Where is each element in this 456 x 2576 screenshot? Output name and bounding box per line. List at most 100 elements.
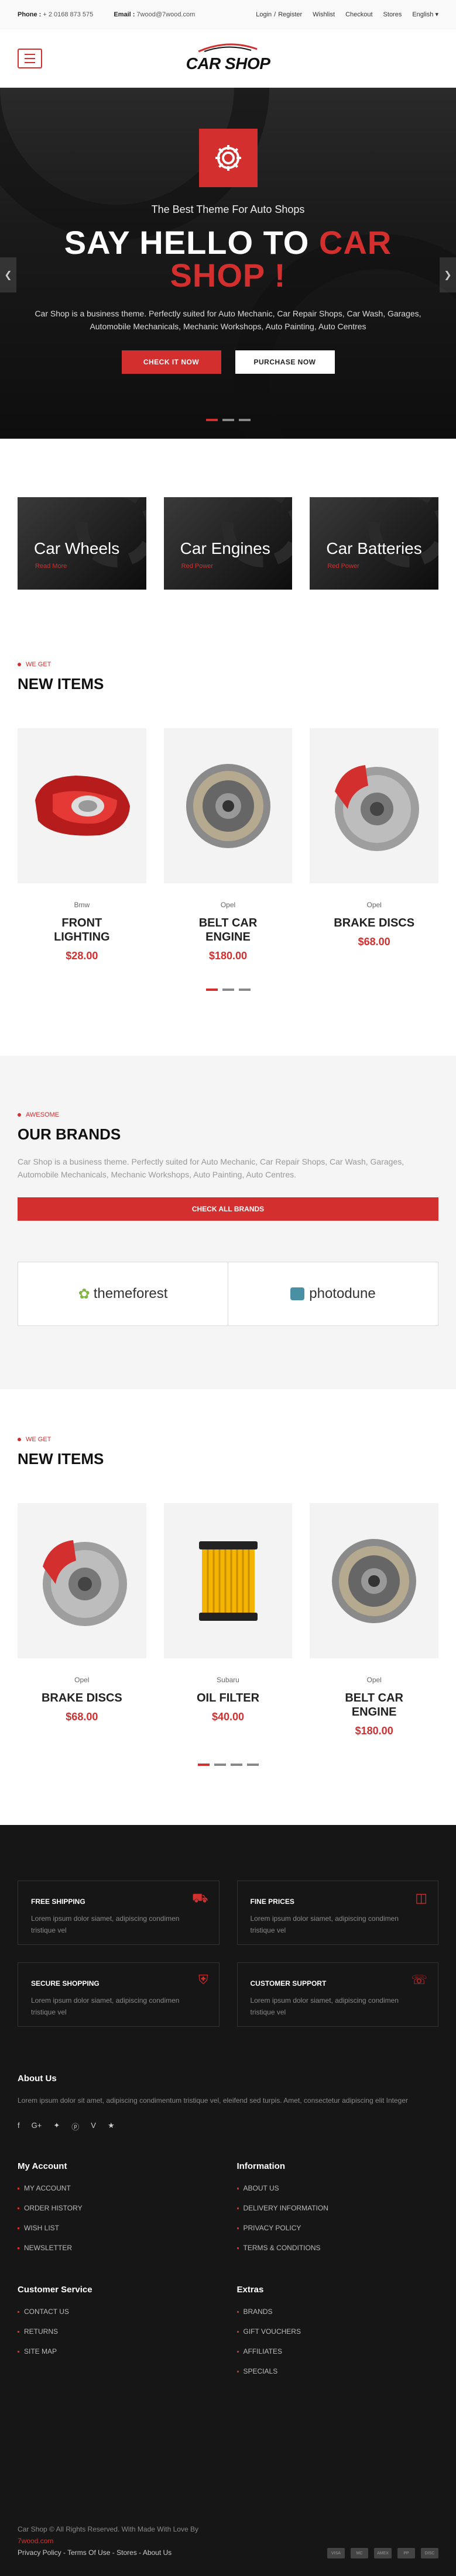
footer-link[interactable]: RETURNS [18, 2327, 220, 2336]
category-link[interactable]: Read More [35, 563, 67, 570]
product-name[interactable]: OIL FILTER [164, 1691, 293, 1705]
slide-dot[interactable] [246, 1764, 259, 1766]
vimeo-icon[interactable]: V [91, 2121, 96, 2132]
product-image[interactable] [163, 728, 293, 883]
menu-toggle-button[interactable] [18, 48, 42, 68]
section-kicker: AWESOME [18, 1111, 438, 1118]
category-car-batteries[interactable]: Car Batteries Red Power [310, 497, 439, 590]
slide-dot[interactable] [205, 419, 218, 421]
footer-columns: My Account MY ACCOUNT ORDER HISTORY WISH… [18, 2161, 438, 2408]
footer-link[interactable]: AFFILIATES [236, 2347, 439, 2355]
slide-dot[interactable] [205, 989, 218, 991]
footer-link[interactable]: SITE MAP [18, 2347, 220, 2355]
brands-description: Car Shop is a business theme. Perfectly … [18, 1157, 404, 1179]
products-pagination [0, 1764, 456, 1766]
stores-link[interactable]: Stores [383, 11, 402, 18]
hero-prev-arrow[interactable]: ❮ [0, 257, 16, 292]
slide-dot[interactable] [238, 419, 251, 421]
hero-pagination [0, 419, 456, 421]
account-links: Login / Register Wishlist Checkout Store… [245, 11, 438, 19]
footer-link[interactable]: NEWSLETTER [18, 2244, 220, 2252]
product-name[interactable]: BRAKE DISCS [18, 1691, 146, 1705]
email-label: Email : [114, 11, 135, 18]
footer-link[interactable]: CONTACT US [18, 2308, 220, 2316]
pinterest-icon[interactable]: ⓟ [71, 2121, 79, 2132]
check-all-brands-button[interactable]: CHECK ALL BRANDS [18, 1197, 438, 1221]
register-link[interactable]: Register [278, 11, 302, 18]
new-items-section-2: WE GET NEW ITEMS Opel BRAKE DISCS $68.00… [0, 1436, 456, 1766]
clutch-icon [332, 1538, 417, 1623]
slide-dot[interactable] [197, 1764, 210, 1766]
product-name[interactable]: BELT CAR ENGINE [310, 1691, 438, 1719]
footer-col-my-account: My Account MY ACCOUNT ORDER HISTORY WISH… [18, 2161, 220, 2264]
product-brand: Opel [74, 1676, 90, 1684]
hero-title-white: SAY HELLO TO [64, 224, 319, 261]
checkout-link[interactable]: Checkout [345, 11, 372, 18]
product-image[interactable] [310, 1503, 439, 1658]
payment-icons: VISA MC AMEX PP DISC [327, 2548, 438, 2558]
oil-filter-icon [198, 1541, 258, 1621]
email-address[interactable]: 7wood@7wood.com [136, 11, 195, 18]
site-header: CAR SHOP [0, 29, 456, 88]
language-select[interactable]: English ▾ [412, 11, 438, 18]
footer-link[interactable]: SPECIALS [236, 2367, 439, 2375]
login-link[interactable]: Login [256, 11, 272, 18]
product-card[interactable]: Bmw FRONT LIGHTING $28.00 [18, 728, 146, 962]
site-logo[interactable]: CAR SHOP [186, 42, 270, 73]
slide-dot[interactable] [222, 989, 234, 991]
product-price: $68.00 [66, 1711, 98, 1723]
footer-link[interactable]: ABOUT US [236, 2184, 439, 2192]
product-name[interactable]: BELT CAR ENGINE [164, 916, 293, 944]
product-card[interactable]: Subaru OIL FILTER $40.00 [163, 1503, 293, 1737]
footer-link[interactable]: TERMS & CONDITIONS [236, 2244, 439, 2252]
category-title: Car Batteries [326, 539, 422, 557]
product-card[interactable]: Opel BRAKE DISCS $68.00 [18, 1503, 146, 1737]
section-title: NEW ITEMS [18, 675, 104, 693]
visa-icon: VISA [327, 2548, 345, 2558]
footer-link[interactable]: WISH LIST [18, 2224, 220, 2232]
product-card[interactable]: Opel BELT CAR ENGINE $180.00 [310, 1503, 439, 1737]
section-kicker: WE GET [18, 661, 438, 668]
new-items-section-1: WE GET NEW ITEMS Bmw FRONT LIGHTING $28.0… [0, 661, 456, 991]
footer-link[interactable]: GIFT VOUCHERS [236, 2327, 439, 2336]
twitter-icon[interactable]: ✦ [53, 2121, 60, 2132]
footer-link[interactable]: MY ACCOUNT [18, 2184, 220, 2192]
footer-link[interactable]: PRIVACY POLICY [236, 2224, 439, 2232]
slide-dot[interactable] [222, 419, 234, 421]
brand-logo-photodune[interactable]: photodune [228, 1262, 438, 1325]
product-name[interactable]: FRONT LIGHTING [18, 916, 146, 944]
bottom-links[interactable]: Privacy Policy - Terms Of Use - Stores -… [18, 2547, 198, 2558]
check-it-now-button[interactable]: CHECK IT NOW [121, 350, 221, 374]
about-text: Lorem ipsum dolor sit amet, adipiscing c… [18, 2096, 408, 2105]
brand-logo-themeforest[interactable]: ✿ themeforest [18, 1262, 228, 1325]
slide-dot[interactable] [230, 1764, 242, 1766]
category-link[interactable]: Red Power [327, 563, 359, 570]
brand-logos: ✿ themeforest photodune [18, 1262, 438, 1326]
facebook-icon[interactable]: f [18, 2121, 20, 2132]
category-car-wheels[interactable]: Car Wheels Read More [18, 497, 146, 590]
product-image[interactable] [18, 728, 146, 883]
clutch-icon [186, 763, 270, 848]
hero-title-red-2: SHOP ! [170, 257, 286, 294]
slide-dot[interactable] [238, 989, 251, 991]
product-card[interactable]: Opel BRAKE DISCS $68.00 [310, 728, 439, 962]
footer-link[interactable]: BRANDS [236, 2308, 439, 2316]
product-image[interactable] [163, 1503, 293, 1658]
category-link[interactable]: Red Power [181, 563, 213, 570]
instagram-icon[interactable]: ★ [108, 2121, 115, 2132]
google-plus-icon[interactable]: G+ [32, 2121, 42, 2132]
wishlist-link[interactable]: Wishlist [313, 11, 335, 18]
purchase-now-button[interactable]: PURCHASE NOW [235, 350, 335, 374]
category-car-engines[interactable]: Car Engines Red Power [163, 497, 293, 590]
product-price: $40.00 [211, 1711, 245, 1723]
footer-link[interactable]: DELIVERY INFORMATION [236, 2204, 439, 2212]
product-image[interactable] [310, 728, 439, 883]
product-card[interactable]: Opel BELT CAR ENGINE $180.00 [163, 728, 293, 962]
footer-link[interactable]: ORDER HISTORY [18, 2204, 220, 2212]
hero-description: Car Shop is a business theme. Perfectly … [35, 309, 421, 331]
author-link[interactable]: 7wood.com [18, 2535, 198, 2547]
hero-next-arrow[interactable]: ❯ [440, 257, 456, 292]
slide-dot[interactable] [214, 1764, 226, 1766]
product-name[interactable]: BRAKE DISCS [310, 916, 438, 930]
product-image[interactable] [18, 1503, 146, 1658]
